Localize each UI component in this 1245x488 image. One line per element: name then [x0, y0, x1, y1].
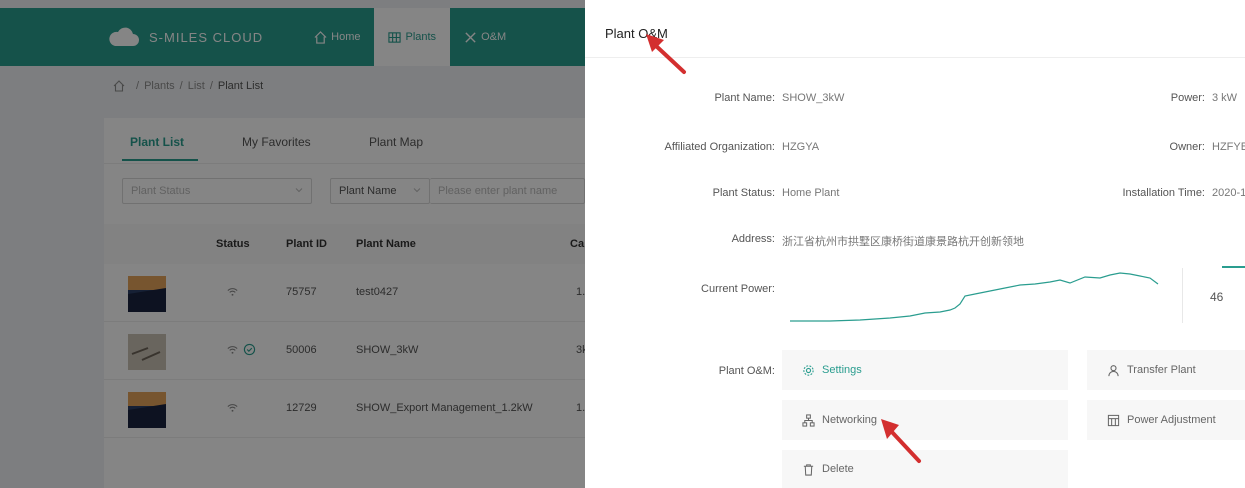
current-power-sparkline	[790, 272, 1159, 322]
networking-button[interactable]: Networking	[782, 400, 1068, 440]
gear-icon	[803, 364, 814, 376]
modal-mask[interactable]	[0, 0, 585, 488]
settings-button-label: Settings	[822, 364, 862, 376]
plant-om-label: Plant O&M:	[718, 365, 775, 377]
installation-time-label: Installation Time:	[1122, 187, 1205, 199]
power-label: Power:	[1170, 92, 1205, 104]
plant-status-label: Plant Status:	[712, 187, 775, 199]
current-power-label: Current Power:	[701, 283, 775, 295]
plant-status-value: Home Plant	[782, 187, 840, 199]
annotation-arrow-networking	[881, 419, 921, 463]
network-icon	[802, 413, 815, 427]
panel-icon	[1107, 414, 1120, 426]
user-icon	[1108, 364, 1119, 376]
installation-time-value: 2020-11-	[1212, 187, 1245, 199]
power-adjustment-button[interactable]: Power Adjustment	[1087, 400, 1245, 440]
owner-label: Owner:	[1169, 141, 1205, 153]
accent-line	[1222, 266, 1245, 268]
power-value: 3 kW	[1212, 92, 1238, 104]
vertical-divider	[1182, 268, 1183, 323]
transfer-plant-button[interactable]: Transfer Plant	[1087, 350, 1245, 390]
owner-value: HZFYB	[1212, 141, 1245, 153]
settings-button[interactable]: Settings	[782, 350, 1068, 390]
annotation-arrow-title	[646, 34, 686, 74]
plant-name-label: Plant Name:	[714, 92, 775, 104]
plant-name-value: SHOW_3kW	[782, 92, 845, 104]
organization-value: HZGYA	[782, 141, 820, 153]
organization-label: Affiliated Organization:	[664, 141, 775, 153]
transfer-plant-label: Transfer Plant	[1127, 364, 1196, 376]
networking-label: Networking	[822, 414, 878, 426]
trash-icon	[803, 463, 814, 476]
address-label: Address:	[731, 233, 775, 245]
delete-button[interactable]: Delete	[782, 450, 1068, 488]
power-adjustment-label: Power Adjustment	[1127, 414, 1216, 426]
delete-label: Delete	[822, 463, 854, 475]
partial-power-value: 46	[1210, 290, 1224, 304]
plant-om-drawer: Plant O&M Plant Name: SHOW_3kW Power: 3 …	[585, 0, 1245, 488]
address-value: 浙江省杭州市拱墅区康桥街道康景路杭开创新领地	[782, 235, 1024, 248]
